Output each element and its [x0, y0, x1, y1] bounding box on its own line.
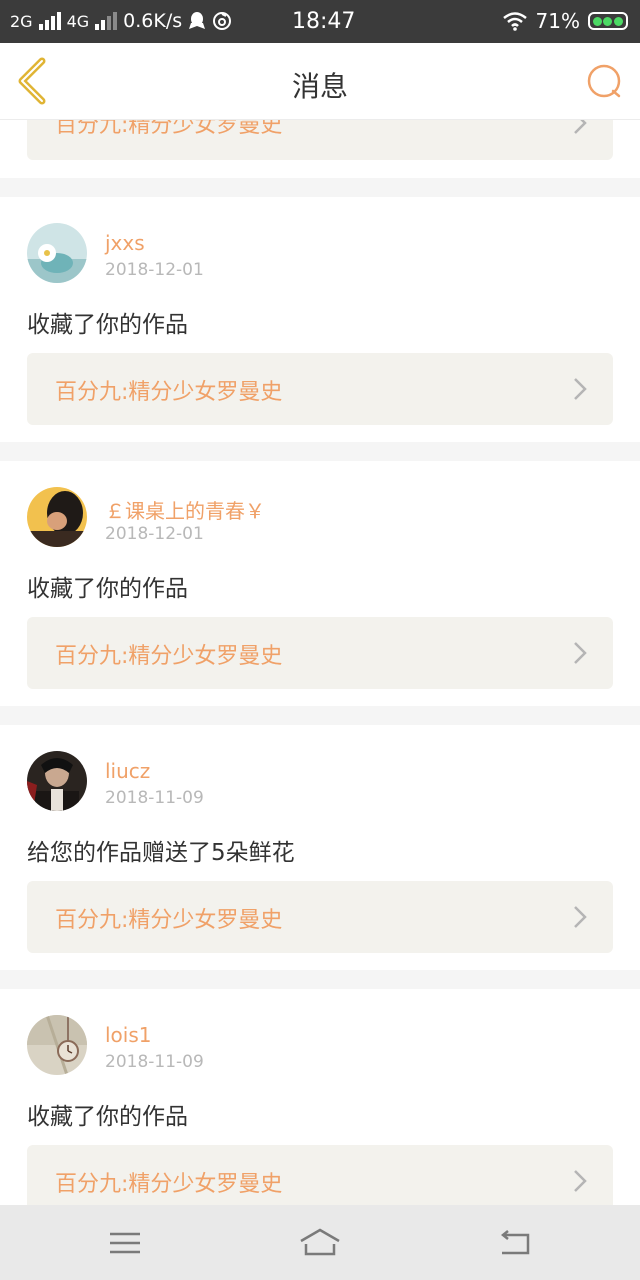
- avatar[interactable]: [27, 1015, 87, 1075]
- work-link[interactable]: 百分九:精分少女罗曼史: [27, 120, 613, 160]
- search-icon[interactable]: [586, 63, 624, 101]
- message-card[interactable]: ￡课桌上的青春￥ 2018-12-01 收藏了你的作品 百分九:精分少女罗曼史: [0, 461, 640, 706]
- work-title: 百分九:精分少女罗曼史: [55, 120, 283, 138]
- message-list[interactable]: 百分九:精分少女罗曼史 jxxs 2018-12-01 收藏了你的作品 百分九:…: [0, 120, 640, 1205]
- chevron-right-icon: [574, 906, 587, 928]
- work-title: 百分九:精分少女罗曼史: [55, 644, 283, 669]
- chevron-right-icon: [574, 120, 587, 134]
- app-header: 消息: [0, 43, 640, 120]
- work-link[interactable]: 百分九:精分少女罗曼史: [27, 1145, 613, 1205]
- signal-weak-icon: [95, 12, 118, 30]
- avatar[interactable]: [27, 487, 87, 547]
- wifi-icon: [502, 12, 527, 31]
- return-icon[interactable]: [498, 1229, 532, 1257]
- avatar[interactable]: [27, 751, 87, 811]
- username[interactable]: lois1: [105, 1023, 152, 1047]
- message-card: 百分九:精分少女罗曼史: [0, 120, 640, 178]
- page-title: 消息: [291, 70, 348, 103]
- work-title: 百分九:精分少女罗曼史: [55, 380, 283, 405]
- status-time: 18:47: [292, 9, 356, 34]
- username[interactable]: liucz: [105, 759, 150, 783]
- battery-icon: [588, 12, 628, 30]
- chevron-right-icon: [574, 378, 587, 400]
- work-title: 百分九:精分少女罗曼史: [55, 1172, 283, 1197]
- message-text: 收藏了你的作品: [27, 1104, 188, 1130]
- system-nav-bar: [0, 1205, 640, 1280]
- message-date: 2018-12-01: [105, 260, 204, 280]
- message-card[interactable]: lois1 2018-11-09 收藏了你的作品 百分九:精分少女罗曼史: [0, 989, 640, 1205]
- chevron-right-icon: [574, 1170, 587, 1192]
- chevron-right-icon: [574, 642, 587, 664]
- message-text: 给您的作品赠送了5朵鲜花: [27, 840, 295, 866]
- message-text: 收藏了你的作品: [27, 576, 188, 602]
- network-4g-label: 4G: [66, 11, 90, 31]
- message-date: 2018-11-09: [105, 1052, 204, 1072]
- work-link[interactable]: 百分九:精分少女罗曼史: [27, 881, 613, 953]
- username[interactable]: ￡课桌上的青春￥: [105, 495, 265, 524]
- menu-icon[interactable]: [108, 1231, 142, 1255]
- qq-icon: [189, 12, 206, 29]
- work-link[interactable]: 百分九:精分少女罗曼史: [27, 353, 613, 425]
- message-card[interactable]: jxxs 2018-12-01 收藏了你的作品 百分九:精分少女罗曼史: [0, 197, 640, 442]
- username[interactable]: jxxs: [105, 231, 145, 255]
- status-bar: 2G 4G 0.6K/s 18:47 71%: [0, 0, 640, 43]
- status-left: 2G 4G 0.6K/s: [10, 10, 232, 32]
- signal-icon: [38, 12, 61, 30]
- status-right: 71%: [502, 9, 628, 33]
- message-date: 2018-12-01: [105, 524, 204, 544]
- network-speed: 0.6K/s: [123, 10, 183, 32]
- network-2g-label: 2G: [10, 11, 33, 31]
- avatar[interactable]: [27, 223, 87, 283]
- home-icon[interactable]: [298, 1227, 342, 1257]
- message-card[interactable]: liucz 2018-11-09 给您的作品赠送了5朵鲜花 百分九:精分少女罗曼…: [0, 725, 640, 970]
- work-link[interactable]: 百分九:精分少女罗曼史: [27, 617, 613, 689]
- sync-icon: [213, 12, 232, 30]
- message-text: 收藏了你的作品: [27, 312, 188, 338]
- message-date: 2018-11-09: [105, 788, 204, 808]
- battery-percent: 71%: [535, 9, 580, 33]
- work-title: 百分九:精分少女罗曼史: [55, 908, 283, 933]
